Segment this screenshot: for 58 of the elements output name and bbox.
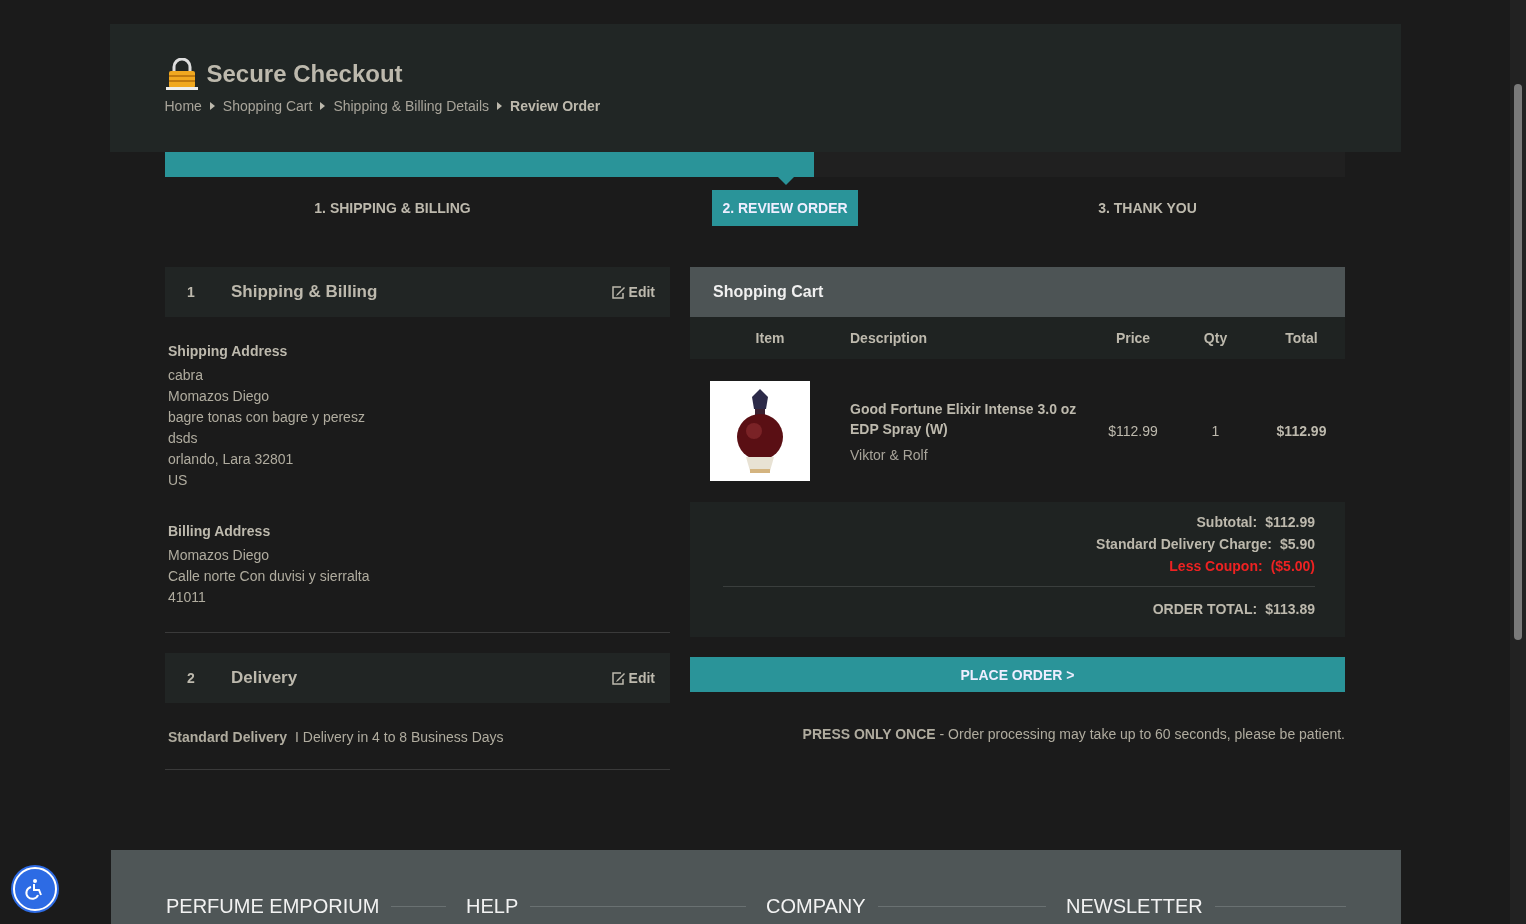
edit-icon [611,671,626,685]
padlock-icon [164,58,199,90]
total-value: $5.90 [1279,536,1315,552]
accessibility-button[interactable] [13,867,57,911]
section-number: 1 [187,284,196,300]
edit-link[interactable]: Edit [611,284,655,300]
caret-icon [209,102,215,110]
footer-heading: COMPANY [766,894,866,918]
breadcrumb-link[interactable]: Shopping Cart [222,98,313,114]
breadcrumb-link[interactable]: Shipping & Billing Details [333,98,489,114]
column-header: Item [754,330,786,346]
total-value: $113.89 [1265,601,1315,617]
footer-heading: PERFUME EMPORIUM [166,894,380,918]
address-line: Momazos Diego [168,546,271,565]
section-title: Shipping & Billing [231,282,379,302]
edit-link[interactable]: Edit [611,670,655,686]
cart-title: Shopping Cart [690,267,1345,317]
address-line: cabra [168,366,205,385]
table-cell-text: $112.99 [1107,422,1159,439]
total-value: $112.99 [1265,514,1315,530]
footer-heading: HELP [466,894,519,918]
footer-heading: NEWSLETTER [1066,894,1203,918]
product-brand: Viktor & Rolf [850,446,929,463]
column-header: Description [850,330,928,346]
scrollbar[interactable] [1510,0,1526,924]
address-line: bagre tonas con bagre y peresz [168,408,366,427]
section-title: Delivery [231,668,299,688]
caret-icon [320,102,326,110]
column-header: Price [1114,330,1152,346]
table-cell-text: 1 [1210,422,1221,439]
address-heading: Billing Address [168,523,272,539]
delivery-detail: I Delivery in 4 to 8 Business Days [295,729,504,745]
total-label: Less Coupon: [1169,558,1263,574]
address-line: orlando, Lara 32801 [168,450,295,469]
address-line: dsds [168,429,199,448]
total-value: ($5.00) [1270,558,1315,574]
checkout-step[interactable]: 1. SHIPPING & BILLING [304,190,481,226]
checkout-step[interactable]: 3. THANK YOU [1088,190,1207,226]
column-header: Total [1284,330,1319,346]
section-number: 2 [187,670,196,686]
breadcrumb-link[interactable]: Review Order [510,98,601,114]
product-name[interactable]: Good Fortune Elixir Intense 3.0 oz EDP Spray (W) [850,398,1093,439]
caret-icon [497,102,502,110]
column-header: Qty [1202,330,1229,346]
address-line: Calle norte Con duvisi y sierralta [168,567,371,586]
address-heading: Shipping Address [168,343,289,359]
page-title: Secure Checkout [206,60,403,88]
order-note: PRESS ONLY ONCE - Order processing may take up to 60 seconds, please be patient. [801,726,1345,742]
edit-icon [611,285,626,299]
breadcrumb-link[interactable]: Home [164,98,202,114]
total-label: Subtotal: [1196,514,1258,530]
total-label: Standard Delivery Charge: [1096,536,1272,552]
delivery-method: Standard Delivery [168,729,288,745]
table-cell-text: $112.99 [1275,422,1328,439]
total-label: ORDER TOTAL: [1152,601,1258,617]
address-line: US [168,471,189,490]
address-line: 41011 [168,588,207,607]
address-line: Momazos Diego [168,387,271,406]
